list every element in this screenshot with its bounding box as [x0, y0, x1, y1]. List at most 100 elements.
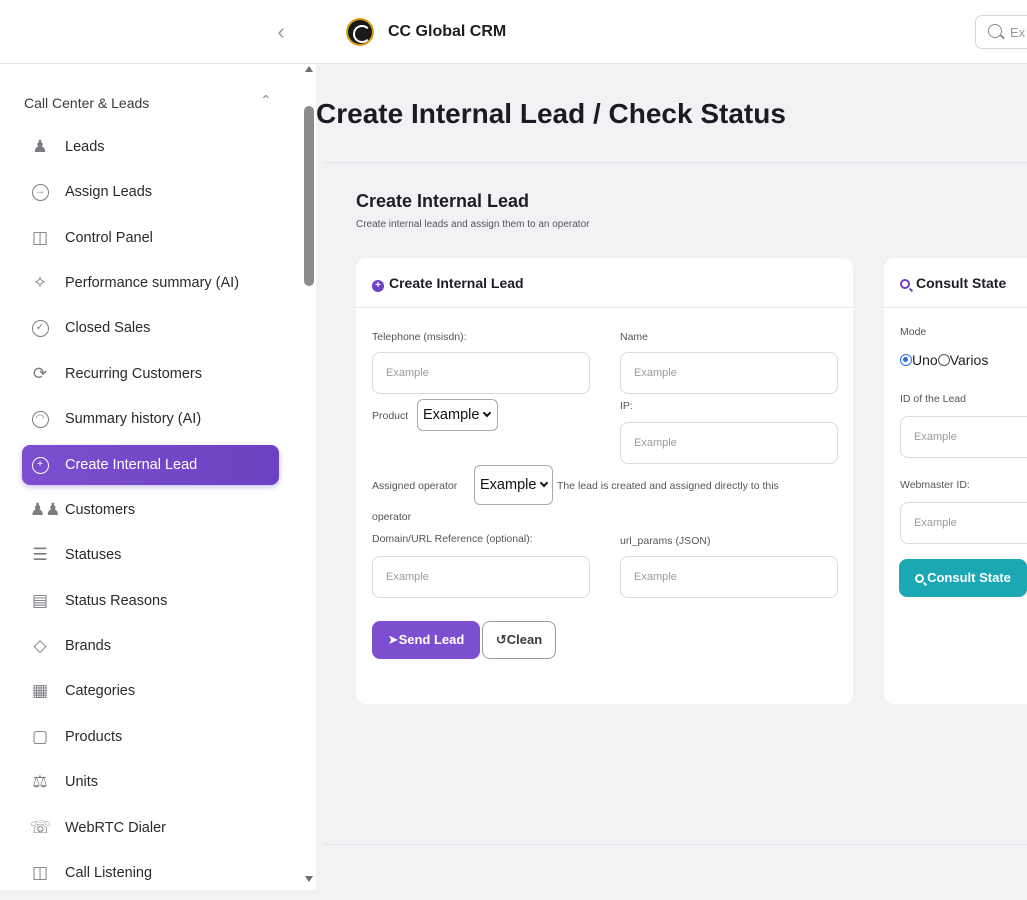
consult-state-button[interactable]: Consult State	[899, 559, 1027, 597]
chevron-down-icon	[483, 408, 492, 418]
clean-label: Clean	[506, 632, 543, 647]
sidebar-item-label: Leads	[65, 139, 105, 155]
sidebar-item-label: Recurring Customers	[65, 366, 202, 382]
ip-label: IP:	[620, 400, 633, 412]
sidebar-item-products[interactable]: ▢ Products	[22, 717, 279, 757]
name-label: Name	[620, 331, 649, 343]
scroll-up-arrow-icon[interactable]	[305, 66, 313, 72]
url-params-input[interactable]: Example	[620, 556, 838, 598]
sidebar-item-performance-summary[interactable]: ✧ Performance summary (AI)	[22, 263, 279, 303]
plus-circle-icon: +	[372, 280, 384, 292]
sidebar-item-label: Performance summary (AI)	[65, 275, 240, 291]
telephone-input[interactable]: Example	[372, 352, 590, 394]
consult-state-label: Consult State	[927, 570, 1011, 585]
mode-uno-label: Uno	[912, 352, 938, 368]
sidebar-item-control-panel[interactable]: ◫ Control Panel	[22, 218, 279, 258]
consult-state-card: Consult State Mode Uno Varios ID of the L…	[884, 258, 1027, 704]
card-title: Consult State	[900, 275, 1006, 291]
page-title: Create Internal Lead / Check Status	[316, 98, 786, 129]
sidebar-item-label: WebRTC Dialer	[65, 820, 166, 836]
lead-id-input[interactable]: Example	[900, 416, 1027, 458]
sidebar-item-categories[interactable]: ▦ Categories	[22, 671, 279, 711]
arrow-circle-icon: →	[30, 182, 50, 202]
phone-icon: ☏	[30, 818, 52, 837]
sidebar-scrollbar[interactable]	[303, 64, 316, 890]
sidebar-item-recurring-customers[interactable]: ⟳ Recurring Customers	[22, 354, 279, 394]
send-icon: ➤	[387, 632, 399, 647]
create-lead-card: + Create Internal Lead Telephone (msisdn)…	[356, 258, 853, 704]
sidebar-item-label: Call Listening	[65, 865, 153, 881]
ip-input[interactable]: Example	[620, 422, 838, 464]
operator-select[interactable]: Example	[474, 465, 553, 505]
app-title: CC Global CRM	[388, 23, 507, 40]
search-input[interactable]: Ex	[975, 15, 1027, 49]
sidebar-item-create-internal-lead[interactable]: + Create Internal Lead	[22, 445, 279, 485]
telephone-label: Telephone (msisdn):	[372, 331, 467, 343]
clean-button[interactable]: ↺Clean	[482, 621, 556, 659]
chevron-down-icon	[540, 478, 549, 488]
product-select[interactable]: Example	[417, 399, 498, 431]
name-input[interactable]: Example	[620, 352, 838, 394]
mode-varios-radio[interactable]	[937, 354, 950, 366]
collapse-sidebar-button[interactable]: ‹	[270, 20, 292, 44]
product-select-value: Example	[423, 407, 480, 423]
tag-icon: ◇	[33, 636, 47, 655]
bag-icon: ▢	[31, 727, 49, 746]
mode-radio-group: Uno Varios	[900, 352, 988, 368]
webmaster-input[interactable]: Example	[900, 502, 1027, 544]
sidebar-item-label: Products	[65, 729, 123, 745]
sidebar-item-status-reasons[interactable]: ▤ Status Reasons	[22, 581, 279, 621]
sidebar-item-leads[interactable]: ♟ Leads	[22, 127, 279, 167]
sparkles-icon: ✧	[32, 273, 48, 292]
app-logo	[346, 18, 374, 46]
mode-label: Mode	[900, 326, 927, 338]
sidebar-item-label: Create Internal Lead	[65, 457, 198, 473]
sidebar-item-webrtc-dialer[interactable]: ☏ WebRTC Dialer	[22, 808, 279, 848]
send-lead-button[interactable]: ➤Send Lead	[372, 621, 480, 659]
sidebar-item-label: Statuses	[65, 547, 122, 563]
sidebar-item-assign-leads[interactable]: → Assign Leads	[22, 172, 279, 212]
top-header: ‹ CC Global CRM Ex	[0, 0, 1027, 64]
check-circle-icon: ✓	[30, 318, 50, 338]
operator-select-value: Example	[480, 477, 537, 493]
sidebar-item-label: Closed Sales	[65, 320, 151, 336]
sidebar-item-label: Units	[65, 774, 99, 790]
sidebar-item-customers[interactable]: ♟♟ Customers	[22, 490, 279, 530]
lead-id-label: ID of the Lead	[900, 393, 966, 405]
grid-icon: ▦	[31, 681, 49, 700]
sidebar-item-label: Control Panel	[65, 230, 153, 246]
mode-varios-label: Varios	[949, 352, 989, 368]
operator-note-continued: operator	[372, 511, 412, 523]
sidebar-item-closed-sales[interactable]: ✓ Closed Sales	[22, 308, 279, 348]
sidebar-item-brands[interactable]: ◇ Brands	[22, 626, 279, 666]
scroll-down-arrow-icon[interactable]	[305, 876, 313, 882]
chevron-up-icon[interactable]: ⌃	[260, 92, 272, 109]
domain-input[interactable]: Example	[372, 556, 590, 598]
sidebar-item-label: Summary history (AI)	[65, 411, 202, 427]
sidebar-item-summary-history[interactable]: ◠ Summary history (AI)	[22, 399, 279, 439]
plus-circle-icon: +	[30, 455, 50, 475]
product-label: Product	[372, 410, 409, 422]
url-params-label: url_params (JSON)	[620, 535, 711, 547]
sidebar-item-label: Customers	[65, 502, 136, 518]
send-lead-label: Send Lead	[398, 632, 465, 647]
sidebar-item-statuses[interactable]: ☰ Statuses	[22, 535, 279, 575]
columns-icon: ◫	[31, 228, 49, 247]
scale-icon: ⚖	[32, 772, 48, 791]
webmaster-label: Webmaster ID:	[900, 479, 970, 491]
sidebar-item-call-listening[interactable]: ◫ Call Listening	[22, 853, 279, 890]
scrollbar-thumb[interactable]	[304, 106, 314, 286]
sidebar-item-label: Categories	[65, 683, 136, 699]
card-title-text: Consult State	[916, 275, 1007, 291]
search-icon	[988, 24, 1002, 38]
user-plus-icon: ♟	[32, 137, 48, 156]
card-header: + Create Internal Lead	[356, 258, 853, 308]
sidebar-item-units[interactable]: ⚖ Units	[22, 762, 279, 802]
radio-icon: ◫	[31, 863, 49, 882]
mode-uno-radio[interactable]	[900, 354, 912, 366]
users-icon: ♟♟	[30, 500, 61, 519]
card-title-text: Create Internal Lead	[389, 275, 524, 291]
card-header: Consult State	[884, 258, 1027, 308]
search-icon	[900, 279, 910, 289]
section-title: Create Internal Lead	[356, 191, 530, 211]
